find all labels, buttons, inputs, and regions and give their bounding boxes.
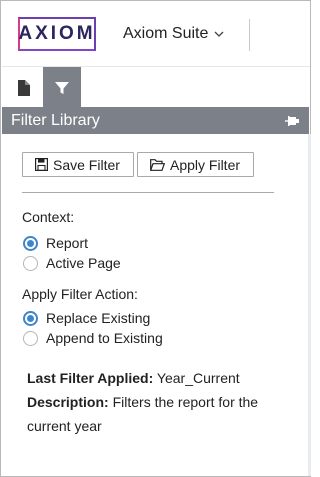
radio-button[interactable] [23,330,38,346]
apply-action-option-append[interactable]: Append to Existing [23,330,163,346]
logo-text: AXIOM [18,23,96,44]
app-header: AXIOM Axiom Suite [2,2,310,66]
filter-icon [55,81,69,94]
radio-label: Append to Existing [46,330,163,346]
radio-label: Active Page [46,255,121,271]
context-option-report[interactable]: Report [23,235,88,251]
folder-open-icon [150,158,165,171]
apply-action-label: Apply Filter Action: [22,286,138,302]
last-filter-value: Year_Current [156,370,240,386]
filter-library-panel: Save Filter Apply Filter Context: Report… [2,134,308,476]
side-tab-strip [2,66,310,108]
document-icon [17,79,30,96]
radio-label: Report [46,235,89,251]
suite-menu-button[interactable]: Axiom Suite [123,22,224,46]
apply-filter-label: Apply Filter [170,156,241,173]
app-window: AXIOM Axiom Suite Filter Library Save Fi… [0,0,311,477]
header-divider [249,19,250,51]
context-option-active-page[interactable]: Active Page [23,255,121,271]
pin-icon[interactable] [285,114,299,128]
last-filter-info: Last Filter Applied: Year_Current [27,366,282,390]
last-filter-label: Last Filter Applied: [27,370,154,386]
panel-title: Filter Library [11,112,100,129]
save-filter-button[interactable]: Save Filter [22,152,134,177]
toolbar-divider [22,192,274,193]
description-info: Description: Filters the report for the … [27,390,282,438]
radio-button[interactable] [23,255,38,271]
radio-button-selected[interactable] [23,310,38,326]
description-label: Description: [27,394,109,410]
save-filter-label: Save Filter [53,156,120,173]
panel-header: Filter Library [2,107,309,134]
tab-filter[interactable] [43,67,81,108]
apply-filter-button[interactable]: Apply Filter [137,152,254,177]
radio-button-selected[interactable] [23,235,38,251]
suite-menu-label: Axiom Suite [123,25,209,42]
radio-label: Replace Existing [46,310,151,326]
apply-action-option-replace[interactable]: Replace Existing [23,310,150,326]
tab-document[interactable] [4,67,42,108]
save-icon [35,158,48,171]
chevron-down-icon [214,31,224,37]
context-label: Context: [22,209,75,225]
panel-edge [308,134,311,476]
axiom-logo: AXIOM [18,17,96,51]
